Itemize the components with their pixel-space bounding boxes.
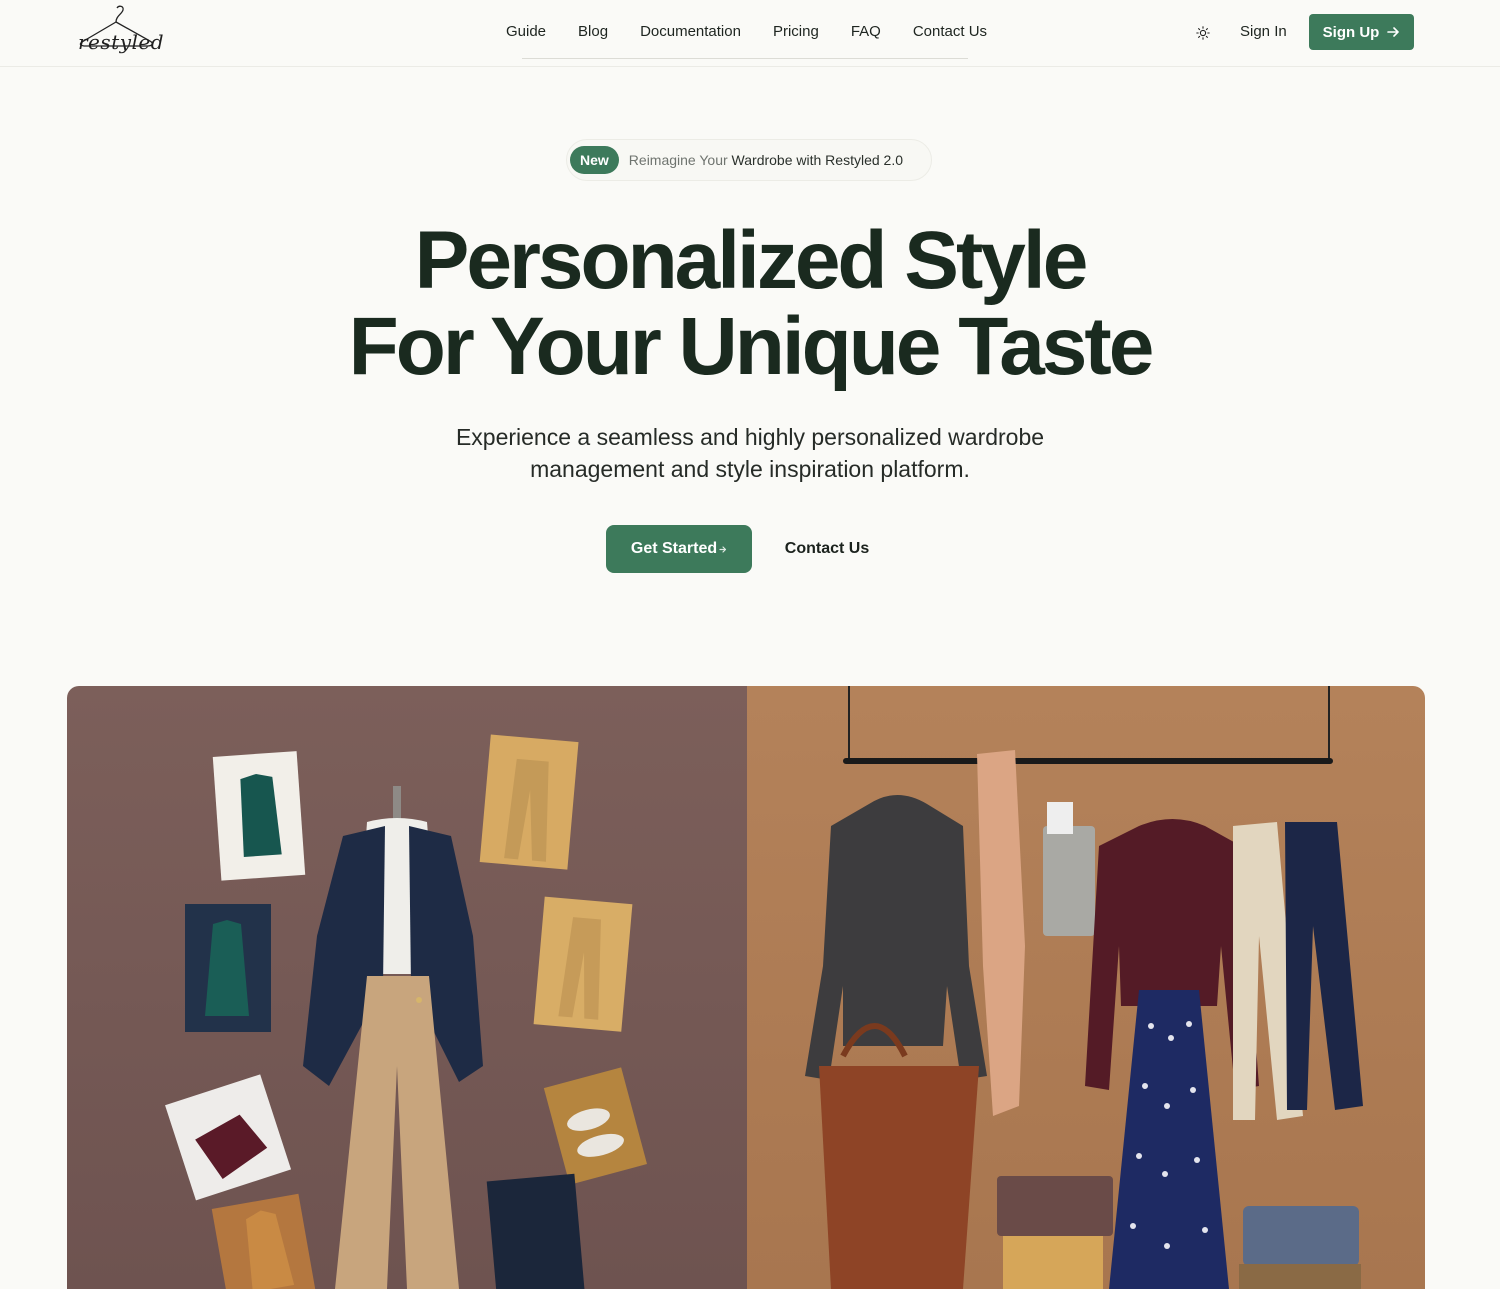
restyled-logo[interactable]: restyled	[76, 4, 164, 62]
get-started-label: Get Started	[630, 540, 718, 557]
sun-icon	[1196, 26, 1210, 40]
outfit-moodboard-photo	[67, 686, 747, 1289]
hero-subtitle-line-2: management and style inspiration platfor…	[530, 456, 970, 482]
hero-subtitle-line-1: Experience a seamless and highly persona…	[455, 424, 1045, 450]
contact-us-button[interactable]: Contact Us	[770, 525, 884, 573]
sign-in-link[interactable]: Sign In	[1226, 23, 1301, 40]
announcement-text: Reimagine Your Wardrobe with Restyled 2.…	[629, 152, 903, 168]
hero-title-line-1: Personalized Style	[414, 215, 1089, 306]
nav-pricing[interactable]: Pricing	[757, 20, 835, 44]
clothing-rack-photo	[747, 686, 1425, 1289]
nav-blog[interactable]: Blog	[562, 20, 624, 44]
nav-underline	[522, 58, 968, 59]
hero-title-line-2: For Your Unique Taste	[348, 301, 1155, 392]
arrow-right-icon	[719, 545, 727, 553]
nav-contact-us[interactable]: Contact Us	[897, 20, 1003, 44]
logo-wordmark: restyled	[78, 30, 165, 54]
announcement-prefix: Reimagine Your	[628, 152, 732, 168]
site-header: restyled Guide Blog Documentation Pricin…	[0, 0, 1500, 67]
arrow-right-icon	[1387, 27, 1400, 37]
get-started-button[interactable]: Get Started	[606, 525, 752, 573]
hero-subtitle: Experience a seamless and highly persona…	[0, 421, 1500, 485]
hero-title: Personalized Style For Your Unique Taste	[0, 218, 1500, 390]
nav-guide[interactable]: Guide	[490, 20, 562, 44]
announcement-emphasis: Wardrobe with Restyled 2.0	[731, 152, 903, 168]
theme-toggle-button[interactable]	[1190, 20, 1216, 46]
hero-showcase-image	[67, 686, 1425, 1289]
announcement-pill[interactable]: New Reimagine Your Wardrobe with Restyle…	[566, 139, 932, 181]
nav-faq[interactable]: FAQ	[835, 20, 897, 44]
main-nav: Guide Blog Documentation Pricing FAQ Con…	[490, 20, 1003, 44]
new-badge: New	[570, 146, 619, 174]
nav-documentation[interactable]: Documentation	[624, 20, 757, 44]
sign-up-label: Sign Up	[1322, 23, 1380, 41]
sign-up-button[interactable]: Sign Up	[1309, 14, 1414, 50]
